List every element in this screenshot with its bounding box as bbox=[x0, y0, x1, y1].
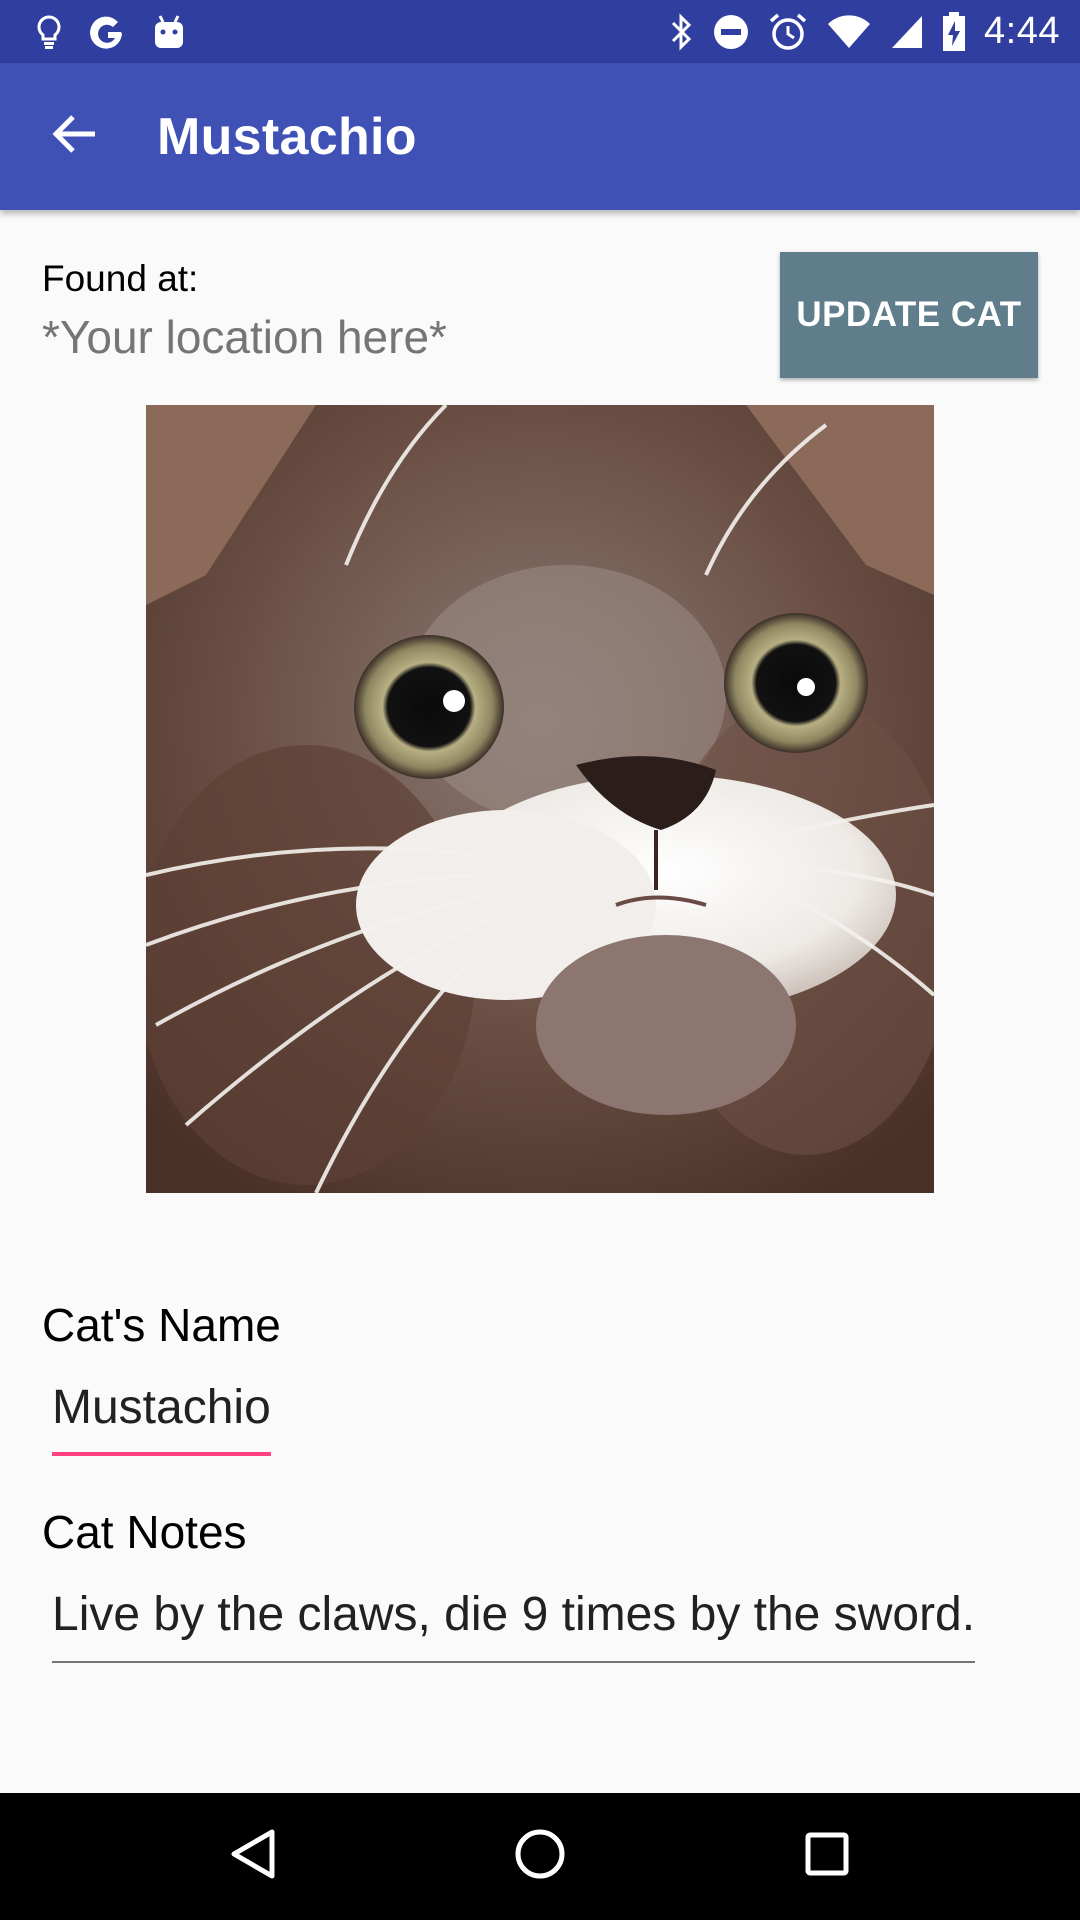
location-text: *Your location here* bbox=[42, 311, 447, 363]
found-at-label: Found at: bbox=[42, 258, 199, 299]
cat-notes-input[interactable]: Live by the claws, die 9 times by the sw… bbox=[52, 1587, 976, 1663]
cat-name-input[interactable]: Mustachio bbox=[52, 1380, 271, 1456]
wifi-icon bbox=[826, 14, 872, 50]
back-triangle-icon bbox=[230, 1829, 276, 1884]
lightbulb-icon bbox=[36, 14, 62, 50]
nav-recents-button[interactable] bbox=[777, 1807, 877, 1907]
cellular-signal-icon bbox=[890, 14, 924, 50]
nav-home-button[interactable] bbox=[490, 1807, 590, 1907]
cat-detail-content: Found at: *Your location here* UPDATE CA… bbox=[0, 210, 1080, 1793]
app-bar: Mustachio bbox=[0, 63, 1080, 210]
status-time: 4:44 bbox=[984, 10, 1060, 52]
cat-photo[interactable] bbox=[146, 405, 934, 1193]
back-button[interactable] bbox=[29, 92, 119, 182]
cat-name-label: Cat's Name bbox=[42, 1299, 281, 1351]
navigation-bar bbox=[0, 1793, 1080, 1920]
home-circle-icon bbox=[514, 1828, 566, 1885]
status-bar-left bbox=[36, 13, 186, 51]
battery-charging-icon bbox=[942, 11, 966, 52]
android-icon bbox=[152, 14, 186, 50]
status-bar-right: 4:44 bbox=[670, 10, 1060, 53]
page-title: Mustachio bbox=[157, 107, 417, 166]
status-bar: 4:44 bbox=[0, 0, 1080, 63]
google-icon bbox=[88, 13, 126, 51]
arrow-back-icon bbox=[51, 114, 97, 159]
update-cat-button[interactable]: UPDATE CAT bbox=[780, 252, 1038, 378]
bluetooth-icon bbox=[670, 12, 694, 51]
cat-notes-label: Cat Notes bbox=[42, 1506, 247, 1558]
alarm-icon bbox=[768, 12, 808, 52]
nav-back-button[interactable] bbox=[203, 1807, 303, 1907]
recents-square-icon bbox=[804, 1831, 850, 1882]
do-not-disturb-icon bbox=[712, 13, 750, 51]
